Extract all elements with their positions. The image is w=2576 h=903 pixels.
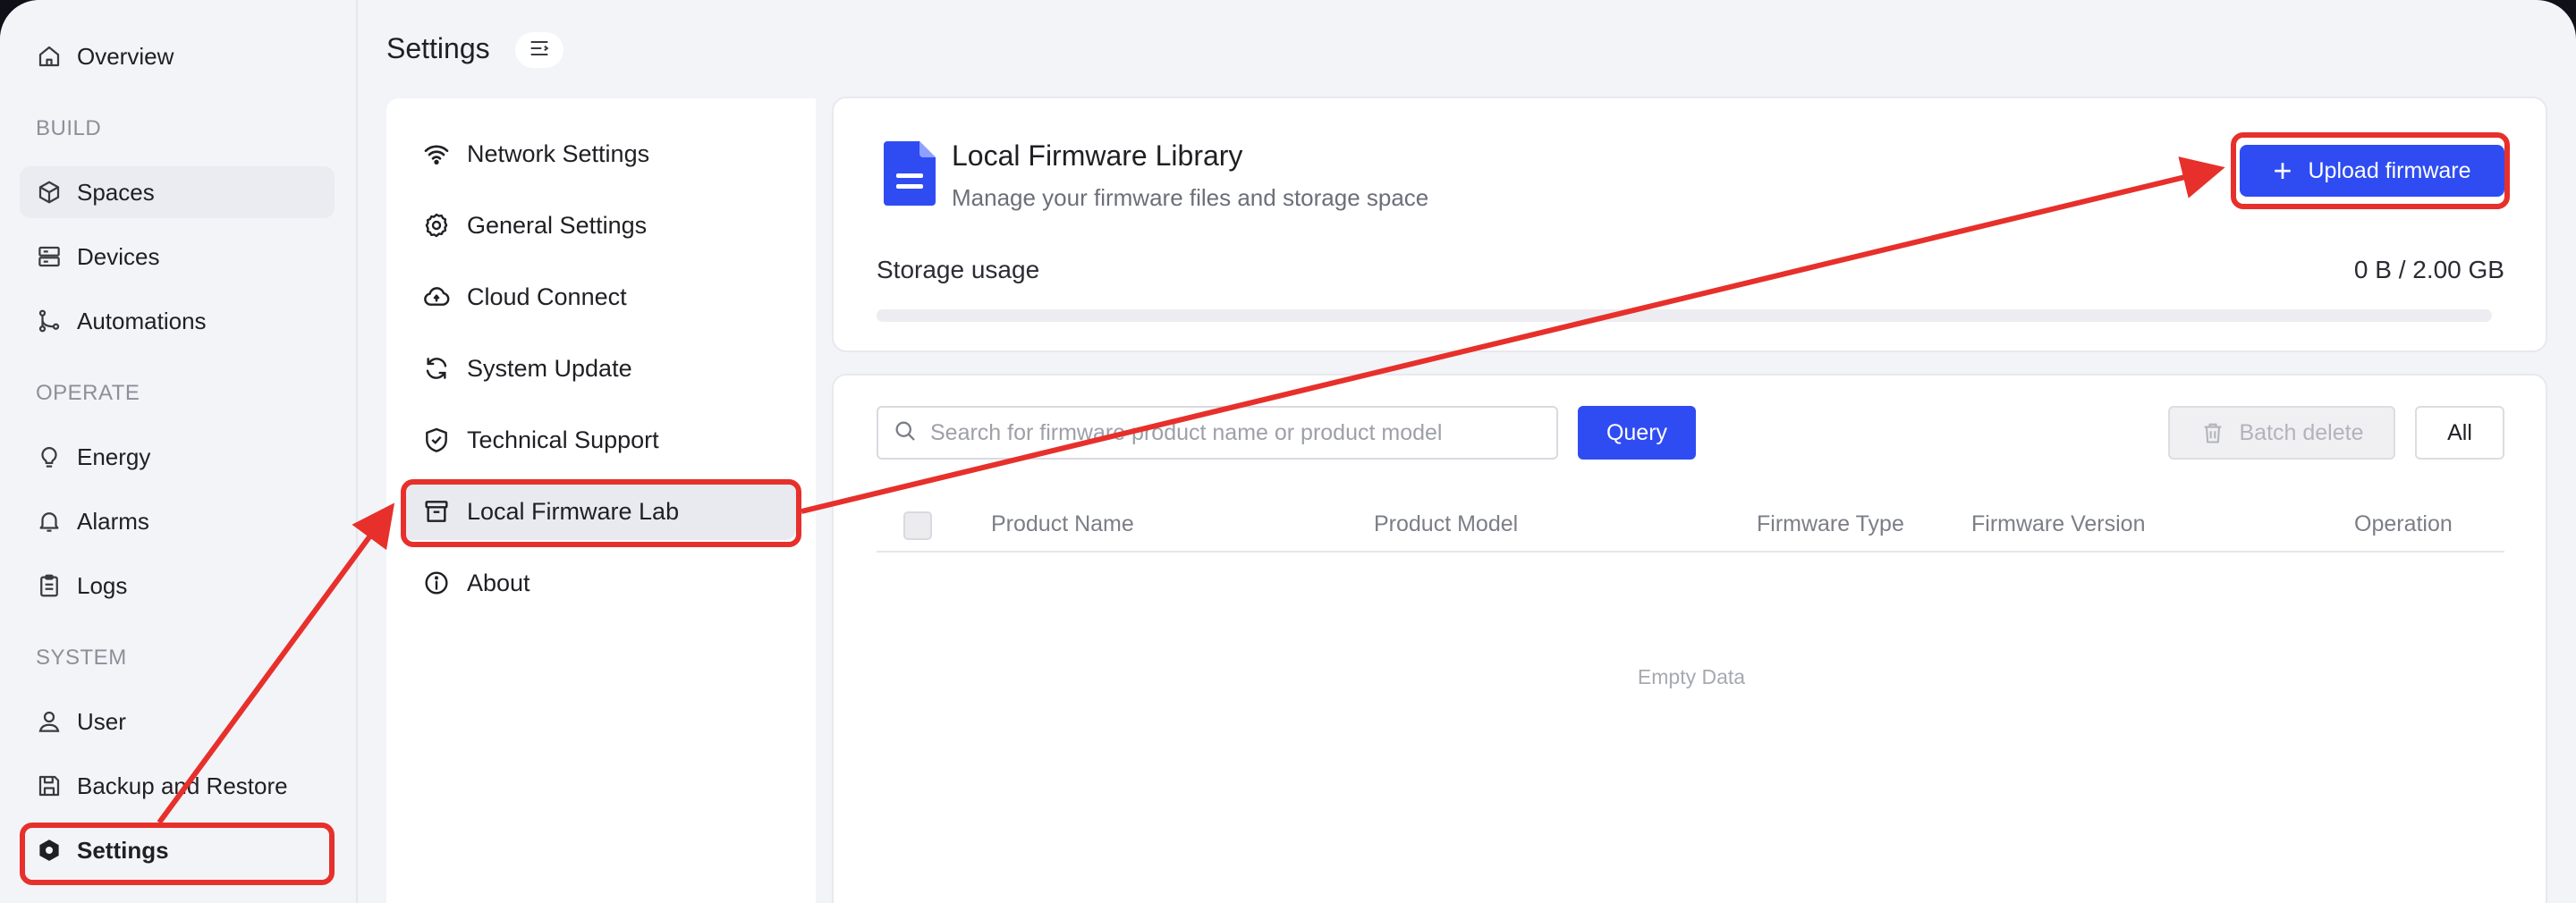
highlight-box-settings	[20, 823, 335, 885]
empty-state-text: Empty Data	[1637, 665, 1746, 688]
sidebar-item-devices[interactable]: Devices	[20, 231, 335, 283]
sidebar-item-user[interactable]: User	[20, 696, 335, 747]
home-icon	[36, 43, 63, 70]
cloud-icon	[422, 283, 451, 311]
sidebar-item-alarms[interactable]: Alarms	[20, 495, 335, 547]
gear-icon	[422, 211, 451, 240]
menu-item-label: About	[467, 569, 530, 596]
sidebar-item-automations[interactable]: Automations	[20, 295, 335, 347]
firmware-table-card: Query Batch delete All Product Name Prod…	[832, 374, 2547, 903]
column-header-product-model[interactable]: Product Model	[1374, 511, 1518, 537]
menu-item-general-settings[interactable]: General Settings	[402, 197, 796, 254]
collapse-menu-button[interactable]	[515, 32, 564, 68]
shield-check-icon	[422, 426, 451, 454]
storage-usage-value: 0 B / 2.00 GB	[2353, 256, 2504, 283]
menu-item-label: Cloud Connect	[467, 283, 627, 310]
batch-delete-button[interactable]: Batch delete	[2168, 406, 2395, 460]
search-input[interactable]	[930, 419, 1538, 446]
search-field[interactable]	[877, 406, 1558, 460]
section-label-system: SYSTEM	[36, 646, 127, 670]
sidebar-item-label: Backup and Restore	[77, 772, 288, 799]
sidebar-item-label: Devices	[77, 242, 160, 270]
menu-item-label: Technical Support	[467, 426, 659, 453]
menu-item-network-settings[interactable]: Network Settings	[402, 125, 796, 182]
flow-icon	[36, 308, 63, 334]
sidebar-item-logs[interactable]: Logs	[20, 560, 335, 612]
menu-collapse-icon	[527, 36, 552, 65]
menu-item-system-update[interactable]: System Update	[402, 340, 796, 397]
column-header-firmware-type[interactable]: Firmware Type	[1757, 511, 1904, 537]
refresh-icon	[422, 354, 451, 383]
wifi-icon	[422, 139, 451, 168]
menu-item-technical-support[interactable]: Technical Support	[402, 411, 796, 468]
library-subtitle: Manage your firmware files and storage s…	[952, 184, 1429, 211]
search-icon	[893, 418, 918, 448]
menu-item-label: System Update	[467, 354, 632, 382]
sidebar-item-label: Logs	[77, 571, 128, 599]
sidebar-item-label: Alarms	[77, 507, 149, 535]
section-label-operate: OPERATE	[36, 381, 140, 405]
column-header-product-name[interactable]: Product Name	[991, 511, 1134, 537]
menu-item-cloud-connect[interactable]: Cloud Connect	[402, 268, 796, 325]
sidebar-item-energy[interactable]: Energy	[20, 431, 335, 483]
storage-progress-bar	[877, 309, 2492, 322]
sidebar-item-label: Overview	[77, 42, 174, 70]
sidebar-item-label: Automations	[77, 307, 207, 334]
column-header-operation: Operation	[2354, 511, 2453, 536]
query-button[interactable]: Query	[1578, 406, 1696, 460]
section-label-build: BUILD	[36, 116, 102, 140]
sidebar-item-spaces[interactable]: Spaces	[20, 166, 335, 218]
bell-icon	[36, 508, 63, 535]
sidebar-item-label: Spaces	[77, 178, 155, 206]
sidebar-item-label: Energy	[77, 443, 151, 470]
batch-delete-label: Batch delete	[2239, 419, 2364, 445]
document-icon	[884, 141, 936, 206]
sidebar-item-overview[interactable]: Overview	[20, 30, 335, 82]
save-icon	[36, 772, 63, 799]
app-window: Overview BUILD Spaces Devices Automation…	[0, 0, 2576, 903]
highlight-box-firmware-lab	[401, 479, 801, 547]
menu-item-about[interactable]: About	[402, 554, 796, 612]
sidebar-item-backup-restore[interactable]: Backup and Restore	[20, 760, 335, 812]
user-icon	[36, 708, 63, 735]
clipboard-icon	[36, 572, 63, 599]
storage-usage-label: Storage usage	[877, 256, 1040, 283]
cube-icon	[36, 179, 63, 206]
sidebar-item-label: User	[77, 707, 126, 735]
library-title: Local Firmware Library	[952, 139, 1243, 172]
table-header: Product Name Product Model Firmware Type…	[877, 501, 2504, 553]
info-icon	[422, 569, 451, 597]
menu-item-label: General Settings	[467, 211, 648, 239]
page-title: Settings	[386, 32, 490, 64]
server-icon	[36, 243, 63, 270]
highlight-box-upload	[2231, 132, 2510, 209]
column-header-firmware-version[interactable]: Firmware Version	[1971, 511, 2146, 537]
bulb-icon	[36, 443, 63, 470]
menu-item-label: Network Settings	[467, 139, 650, 167]
select-all-checkbox[interactable]	[903, 511, 932, 540]
filter-all-button[interactable]: All	[2415, 406, 2504, 460]
trash-icon	[2204, 423, 2221, 443]
sidebar: Overview BUILD Spaces Devices Automation…	[0, 0, 358, 903]
